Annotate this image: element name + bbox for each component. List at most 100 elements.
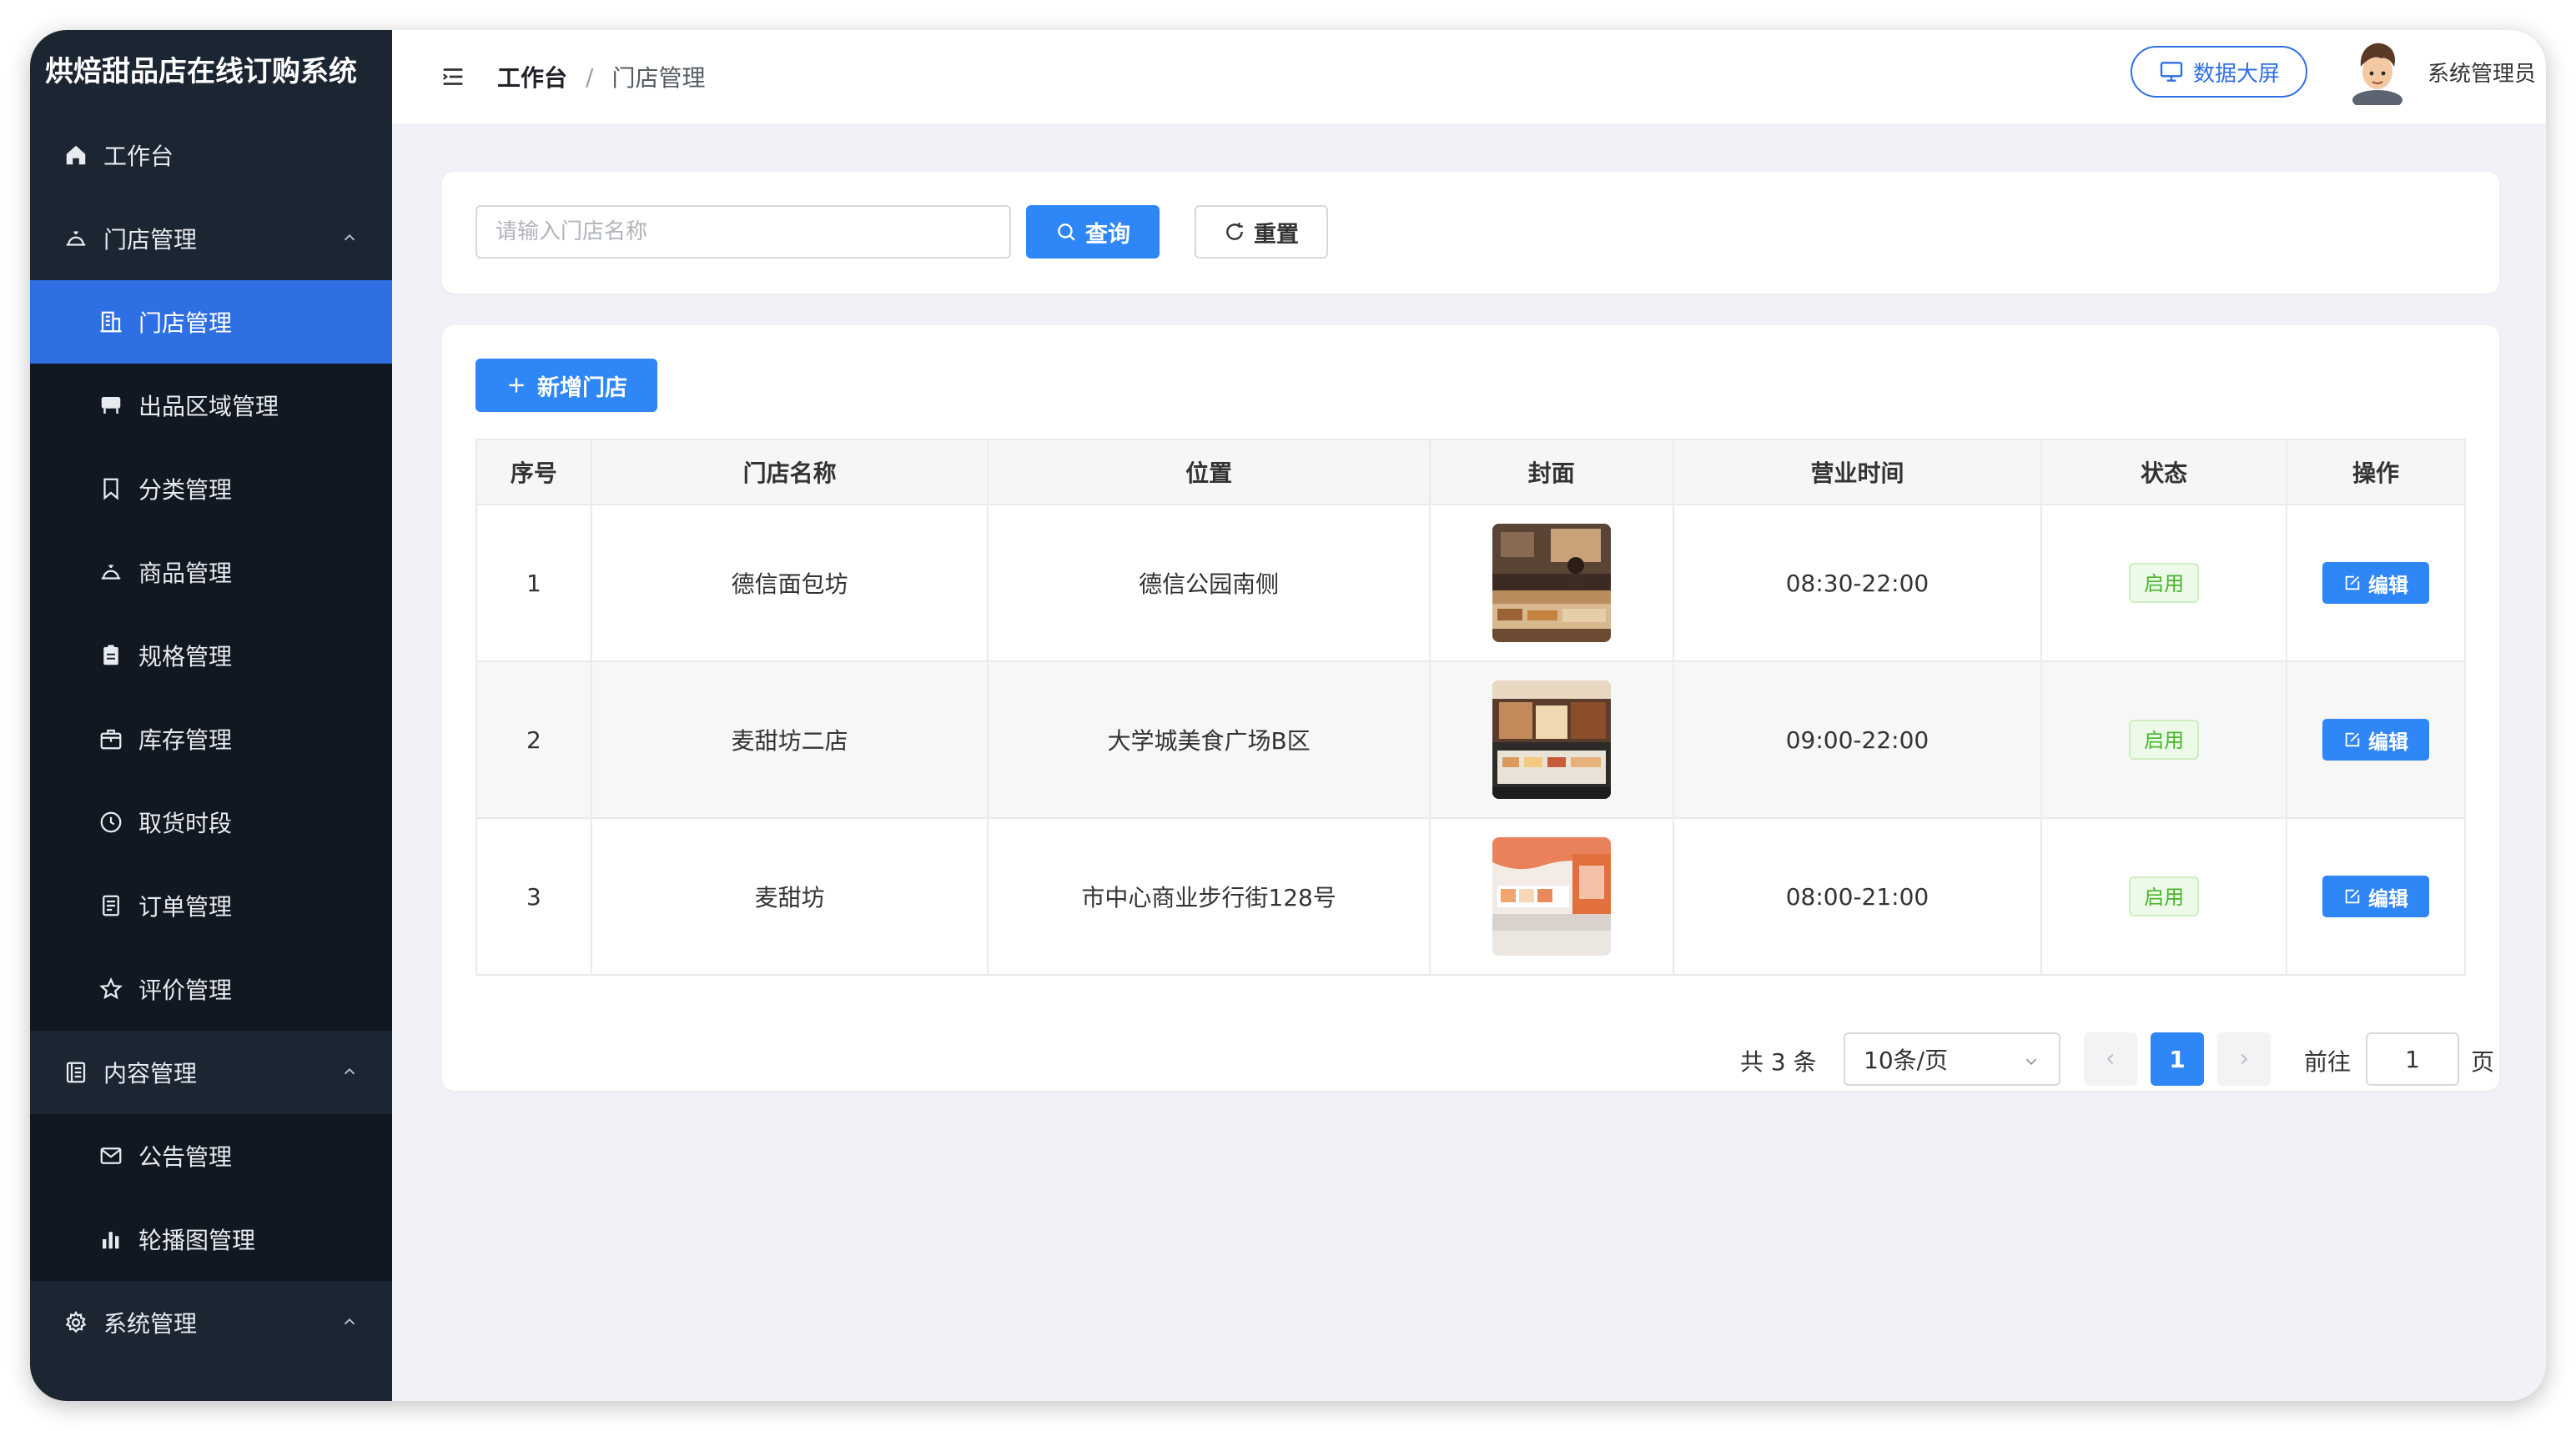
edit-button[interactable]: 编辑	[2322, 562, 2429, 604]
chevron-up-icon	[344, 1318, 355, 1325]
chevron-left-icon	[2106, 1053, 2114, 1065]
app-window: 烘焙甜品店在线订购系统 工作台 门店管理 门店管理 出品区域管理 分类管理 商品…	[30, 30, 2546, 1401]
sidebar-item-category[interactable]: 分类管理	[30, 447, 392, 530]
status-badge: 启用	[2129, 720, 2200, 760]
data-screen-label: 数据大屏	[2192, 61, 2280, 87]
goto-label: 前往	[2304, 1048, 2352, 1076]
edit-label: 编辑	[2368, 886, 2408, 911]
reset-button[interactable]: 重置	[1195, 205, 1328, 259]
column-header-hours[interactable]: 营业时间	[1672, 439, 2043, 505]
cell-location: 大学城美食广场B区	[987, 660, 1431, 819]
cell-index: 1	[475, 504, 592, 662]
cell-hours: 08:30-22:00	[1672, 504, 2043, 662]
column-header-cover[interactable]: 封面	[1428, 439, 1674, 505]
counter-icon	[98, 393, 123, 418]
table-row[interactable]: 2 麦甜坊二店 大学城美食广场B区 09:00-22:00 启用 编辑	[475, 660, 2466, 819]
page-number-button[interactable]: 1	[2151, 1032, 2204, 1086]
add-store-button[interactable]: 新增门店	[475, 359, 657, 412]
table-row[interactable]: 1 德信面包坊 德信公园南侧 08:30-22:00 启用 编辑	[475, 504, 2466, 662]
cell-actions: 编辑	[2286, 660, 2466, 819]
search-icon	[1058, 223, 1075, 241]
status-badge: 启用	[2129, 876, 2200, 916]
edit-button[interactable]: 编辑	[2322, 876, 2429, 917]
status-badge: 启用	[2129, 563, 2200, 603]
star-icon	[98, 977, 123, 1002]
sidebar-group-store[interactable]: 门店管理	[30, 197, 392, 280]
sidebar-item-label: 库存管理	[138, 726, 233, 754]
cell-name: 德信面包坊	[590, 504, 989, 662]
column-header-name[interactable]: 门店名称	[590, 439, 989, 505]
sidebar-item-announcement[interactable]: 公告管理	[30, 1114, 392, 1198]
chevron-up-icon	[344, 233, 355, 241]
home-icon	[63, 143, 88, 168]
avatar[interactable]	[2347, 38, 2407, 110]
prev-page-button[interactable]	[2084, 1032, 2137, 1086]
monitor-icon	[2160, 62, 2183, 82]
cloche-icon	[63, 226, 88, 251]
column-header-actions[interactable]: 操作	[2286, 439, 2466, 505]
menu-fold-icon[interactable]	[439, 63, 467, 91]
goto-page-input[interactable]	[2366, 1032, 2459, 1086]
cell-cover	[1428, 504, 1674, 662]
cell-actions: 编辑	[2286, 504, 2466, 662]
user-name[interactable]: 系统管理员	[2428, 57, 2536, 88]
sidebar-item-label: 订单管理	[138, 893, 233, 921]
cell-name: 麦甜坊	[590, 817, 989, 976]
sidebar-item-label: 工作台	[103, 143, 174, 170]
gear-icon	[63, 1310, 88, 1335]
cell-hours: 08:00-21:00	[1672, 817, 2043, 976]
sidebar-item-dashboard[interactable]: 工作台	[30, 113, 392, 197]
cell-index: 2	[475, 660, 592, 819]
sidebar-item-carousel[interactable]: 轮播图管理	[30, 1198, 392, 1281]
store-cover-image[interactable]	[1492, 524, 1611, 642]
mail-icon	[98, 1143, 123, 1168]
cell-cover	[1428, 660, 1674, 819]
plus-icon	[509, 378, 524, 393]
sidebar-group-system[interactable]: 系统管理	[30, 1281, 392, 1364]
table-row[interactable]: 3 麦甜坊 市中心商业步行街128号 08:00-21:00 启用 编辑	[475, 817, 2466, 976]
sidebar-item-spec[interactable]: 规格管理	[30, 614, 392, 697]
sidebar-item-label: 内容管理	[103, 1060, 198, 1087]
store-cover-image[interactable]	[1492, 837, 1611, 956]
sidebar: 烘焙甜品店在线订购系统 工作台 门店管理 门店管理 出品区域管理 分类管理 商品…	[30, 30, 392, 1401]
sidebar-item-orders[interactable]: 订单管理	[30, 864, 392, 947]
sidebar-item-pickup-time[interactable]: 取货时段	[30, 781, 392, 864]
column-header-status[interactable]: 状态	[2040, 439, 2288, 505]
chevron-up-icon	[344, 1067, 355, 1075]
chevron-down-icon	[2025, 1058, 2037, 1066]
sidebar-group-content[interactable]: 内容管理	[30, 1031, 392, 1114]
store-name-search-input[interactable]	[475, 205, 1011, 259]
refresh-icon	[1226, 223, 1243, 240]
sidebar-item-label: 商品管理	[138, 560, 233, 587]
sidebar-item-product[interactable]: 商品管理	[30, 530, 392, 614]
sidebar-item-label: 公告管理	[138, 1143, 233, 1171]
column-header-location[interactable]: 位置	[987, 439, 1431, 505]
edit-label: 编辑	[2368, 730, 2408, 754]
cell-actions: 编辑	[2286, 817, 2466, 976]
sidebar-item-label: 轮播图管理	[138, 1227, 256, 1254]
sidebar-item-inventory[interactable]: 库存管理	[30, 697, 392, 781]
cloche-icon	[98, 560, 123, 585]
sidebar-item-output-area[interactable]: 出品区域管理	[30, 364, 392, 447]
page-size-select[interactable]: 10条/页	[1844, 1032, 2060, 1086]
store-cover-image[interactable]	[1492, 680, 1611, 799]
page-size-value: 10条/页	[1864, 1047, 1949, 1074]
app-title: 烘焙甜品店在线订购系统	[45, 55, 357, 88]
data-screen-button[interactable]: 数据大屏	[2131, 46, 2307, 98]
query-button[interactable]: 查询	[1026, 205, 1160, 259]
bar-chart-icon	[98, 1227, 123, 1252]
sidebar-item-reviews[interactable]: 评价管理	[30, 947, 392, 1031]
breadcrumb-separator: /	[586, 63, 594, 91]
edit-button[interactable]: 编辑	[2322, 719, 2429, 761]
breadcrumb-dashboard[interactable]: 工作台	[497, 60, 567, 93]
sidebar-item-store-management[interactable]: 门店管理	[30, 280, 392, 364]
top-header: 工作台 / 门店管理 数据大屏 系统管理员	[392, 30, 2546, 123]
sidebar-item-label: 出品区域管理	[138, 393, 279, 420]
chevron-right-icon	[2241, 1053, 2248, 1065]
table-header-row: 序号 门店名称 位置 封面 营业时间 状态 操作	[475, 439, 2466, 505]
sidebar-item-label: 取货时段	[138, 810, 233, 837]
next-page-button[interactable]	[2217, 1032, 2271, 1086]
sidebar-item-label: 门店管理	[103, 226, 198, 254]
edit-label: 编辑	[2368, 573, 2408, 597]
column-header-index[interactable]: 序号	[475, 439, 592, 505]
